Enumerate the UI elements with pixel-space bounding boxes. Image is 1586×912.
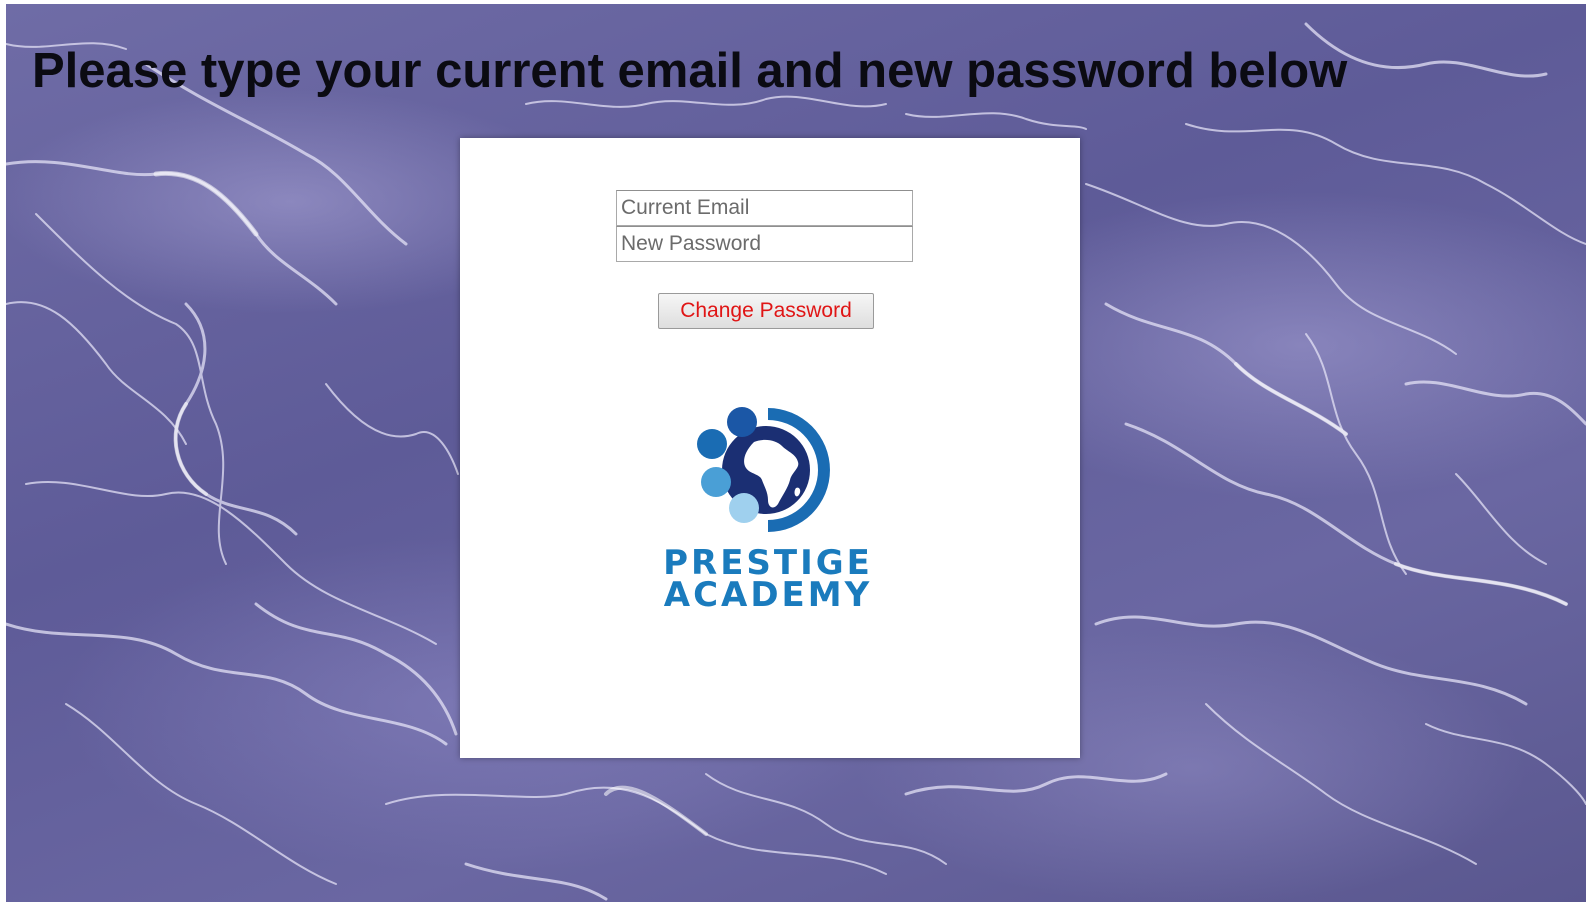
new-password-input[interactable] xyxy=(616,226,913,262)
change-password-button[interactable]: Change Password xyxy=(658,293,874,329)
current-email-input[interactable] xyxy=(616,190,913,226)
water-background: Please type your current email and new p… xyxy=(6,4,1586,902)
password-change-card: Change Password PRESTIGE ACADEMY xyxy=(460,138,1080,758)
logo-text-academy: ACADEMY xyxy=(663,575,873,615)
prestige-academy-logo: PRESTIGE ACADEMY xyxy=(650,396,886,616)
page-title: Please type your current email and new p… xyxy=(32,44,1348,98)
globe-africa-icon xyxy=(697,407,830,532)
